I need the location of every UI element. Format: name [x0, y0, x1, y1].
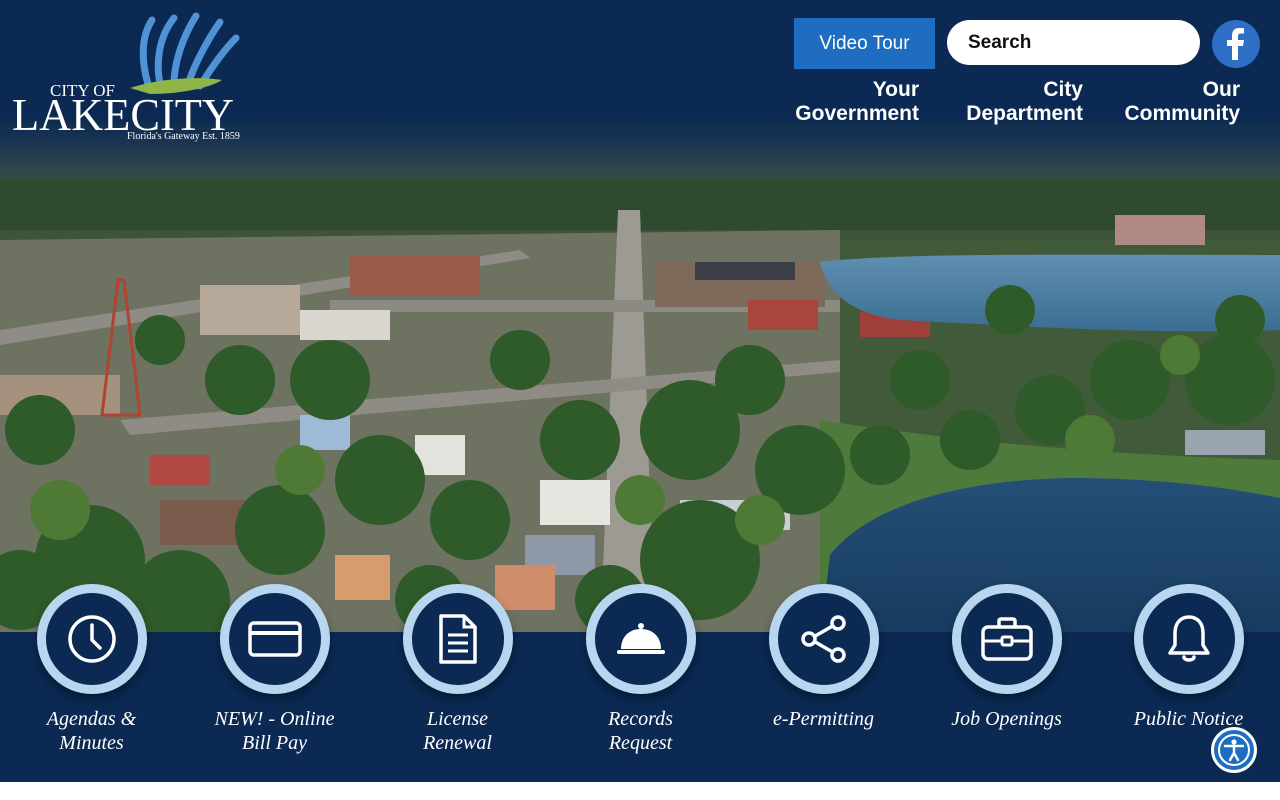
nav-label-line2: Government [795, 102, 919, 125]
video-tour-button[interactable]: Video Tour [794, 18, 935, 69]
nav-label-line1: Our [1202, 78, 1240, 101]
nav-label-line2: Community [1124, 102, 1241, 125]
quick-link-circle [219, 584, 330, 694]
clock-icon [67, 615, 116, 663]
quick-link-circle [402, 584, 513, 694]
nav-your-government[interactable]: Your Government [760, 78, 919, 126]
quick-link-label-line1: NEW! - Online [214, 708, 335, 730]
nav-our-community[interactable]: Our Community [1100, 78, 1241, 126]
quick-link-circle [36, 584, 147, 694]
quick-link-circle [585, 584, 696, 694]
nav-label-line1: City [1043, 78, 1083, 101]
quick-link-label-line1: Public Notice [1133, 708, 1244, 730]
facebook-icon [1227, 28, 1244, 60]
facebook-button[interactable] [1212, 20, 1260, 68]
quick-link-circle [951, 584, 1062, 694]
search-input[interactable] [947, 20, 1200, 65]
accessibility-button[interactable] [1211, 727, 1257, 773]
quick-link-records-request[interactable]: Records Request [549, 584, 732, 774]
quick-link-label-line2: Bill Pay [242, 732, 307, 754]
quick-link-label: License Renewal [366, 707, 549, 755]
logo-tagline: Florida's Gateway Est. 1859 [127, 131, 240, 142]
credit-card-icon [247, 621, 302, 657]
document-icon [438, 614, 477, 664]
quick-link-label-line2: Request [608, 732, 673, 754]
quick-link-label: Job Openings [915, 707, 1098, 731]
quick-link-label-line1: License [426, 708, 489, 730]
quick-link-label-line1: e-Permitting [772, 708, 875, 730]
accessibility-icon [1218, 734, 1250, 766]
quick-link-label-line1: Job Openings [951, 708, 1062, 730]
city-logo[interactable]: CITY OF LAKECITY Florida's Gateway Est. … [10, 8, 250, 144]
quick-link-label: Records Request [549, 707, 732, 755]
quick-link-label-line2: Renewal [423, 732, 492, 754]
quick-link-circle [768, 584, 879, 694]
quick-link-license-renewal[interactable]: License Renewal [366, 584, 549, 774]
briefcase-icon [980, 617, 1033, 661]
quick-link-label: Public Notice [1097, 707, 1280, 731]
nav-label-line2: Department [966, 102, 1083, 125]
quick-link-label-line2: Minutes [59, 732, 124, 754]
quick-link-agendas-minutes[interactable]: Agendas & Minutes [0, 584, 183, 774]
share-icon [800, 615, 846, 663]
nav-city-department[interactable]: City Department [930, 78, 1083, 126]
search-box [947, 20, 1200, 65]
quick-link-job-openings[interactable]: Job Openings [915, 584, 1098, 774]
nav-label-line1: Your [872, 78, 919, 101]
quick-link-online-bill-pay[interactable]: NEW! - Online Bill Pay [183, 584, 366, 774]
quick-link-label: e-Permitting [732, 707, 915, 731]
bell-icon [1167, 615, 1210, 662]
quick-link-label: NEW! - Online Bill Pay [183, 707, 366, 755]
home-page: CITY OF LAKECITY Florida's Gateway Est. … [0, 0, 1280, 782]
quick-link-label-line1: Agendas & [46, 708, 137, 730]
quick-link-e-permitting[interactable]: e-Permitting [732, 584, 915, 774]
quick-link-label-line1: Records [608, 708, 673, 730]
service-bell-icon [616, 623, 665, 654]
quick-link-label: Agendas & Minutes [0, 707, 183, 755]
quick-link-circle [1133, 584, 1244, 694]
